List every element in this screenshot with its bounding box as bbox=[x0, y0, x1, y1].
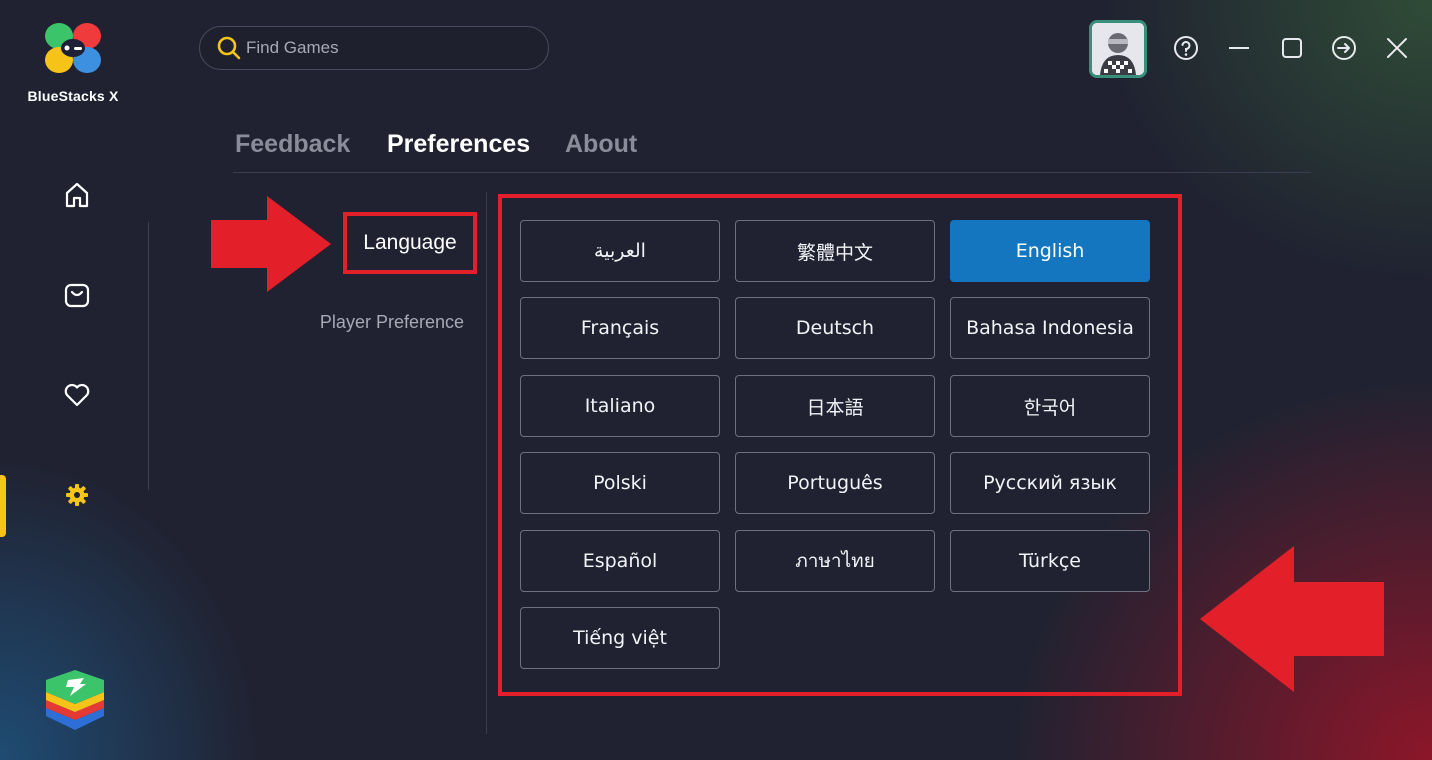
annotation-arrow-left bbox=[1200, 546, 1384, 692]
help-icon bbox=[1174, 36, 1198, 60]
annotation-arrow-right bbox=[211, 196, 331, 292]
home-icon bbox=[65, 182, 89, 208]
bag-icon bbox=[64, 283, 90, 308]
language-option-indonesian[interactable]: Bahasa Indonesia bbox=[950, 297, 1150, 359]
content-divider bbox=[486, 192, 487, 734]
sidebar-item-favorites[interactable] bbox=[58, 376, 96, 414]
language-option-italian[interactable]: Italiano bbox=[520, 375, 720, 437]
menu-item-player-preference[interactable]: Player Preference bbox=[300, 312, 464, 333]
sidebar-item-settings[interactable] bbox=[58, 476, 96, 514]
forward-button[interactable] bbox=[1326, 30, 1362, 66]
brand-name: BlueStacks X bbox=[27, 88, 119, 104]
close-icon bbox=[1387, 38, 1407, 58]
maximize-icon bbox=[1282, 38, 1302, 58]
language-option-french[interactable]: Français bbox=[520, 297, 720, 359]
language-option-thai[interactable]: ภาษาไทย bbox=[735, 530, 935, 592]
arrow-right-circle-icon bbox=[1332, 36, 1356, 60]
language-option-turkish[interactable]: Türkçe bbox=[950, 530, 1150, 592]
sidebar-item-store[interactable] bbox=[58, 276, 96, 314]
language-option-portuguese[interactable]: Português bbox=[735, 452, 935, 514]
language-option-english[interactable]: English bbox=[950, 220, 1150, 282]
language-option-japanese[interactable]: 日本語 bbox=[735, 375, 935, 437]
search-icon bbox=[217, 36, 241, 60]
user-avatar-icon bbox=[1092, 23, 1144, 75]
language-option-polish[interactable]: Polski bbox=[520, 452, 720, 514]
heart-icon bbox=[64, 383, 90, 407]
close-button[interactable] bbox=[1379, 30, 1415, 66]
avatar[interactable] bbox=[1089, 20, 1147, 78]
bluestacks-x-logo[interactable] bbox=[42, 20, 104, 76]
menu-item-language[interactable]: Language bbox=[343, 212, 477, 274]
tabs-divider bbox=[233, 172, 1311, 173]
language-option-arabic[interactable]: العربية bbox=[520, 220, 720, 282]
minimize-icon bbox=[1229, 47, 1249, 49]
search-input[interactable] bbox=[246, 38, 536, 58]
maximize-button[interactable] bbox=[1274, 30, 1310, 66]
tab-preferences[interactable]: Preferences bbox=[387, 130, 530, 159]
active-nav-indicator bbox=[0, 475, 6, 537]
gear-icon bbox=[66, 484, 88, 506]
minimize-button[interactable] bbox=[1221, 30, 1257, 66]
bluestacks-app-logo[interactable] bbox=[40, 668, 110, 734]
tab-feedback[interactable]: Feedback bbox=[235, 130, 350, 159]
language-option-korean[interactable]: 한국어 bbox=[950, 375, 1150, 437]
language-option-vietnamese[interactable]: Tiếng việt bbox=[520, 607, 720, 669]
language-option-german[interactable]: Deutsch bbox=[735, 297, 935, 359]
search-bar[interactable] bbox=[199, 26, 549, 70]
help-button[interactable] bbox=[1168, 30, 1204, 66]
tab-about[interactable]: About bbox=[565, 130, 637, 159]
sidebar-divider bbox=[148, 222, 149, 490]
sidebar-item-home[interactable] bbox=[58, 176, 96, 214]
language-option-traditional-chinese[interactable]: 繁體中文 bbox=[735, 220, 935, 282]
language-option-spanish[interactable]: Español bbox=[520, 530, 720, 592]
language-option-russian[interactable]: Русский язык bbox=[950, 452, 1150, 514]
